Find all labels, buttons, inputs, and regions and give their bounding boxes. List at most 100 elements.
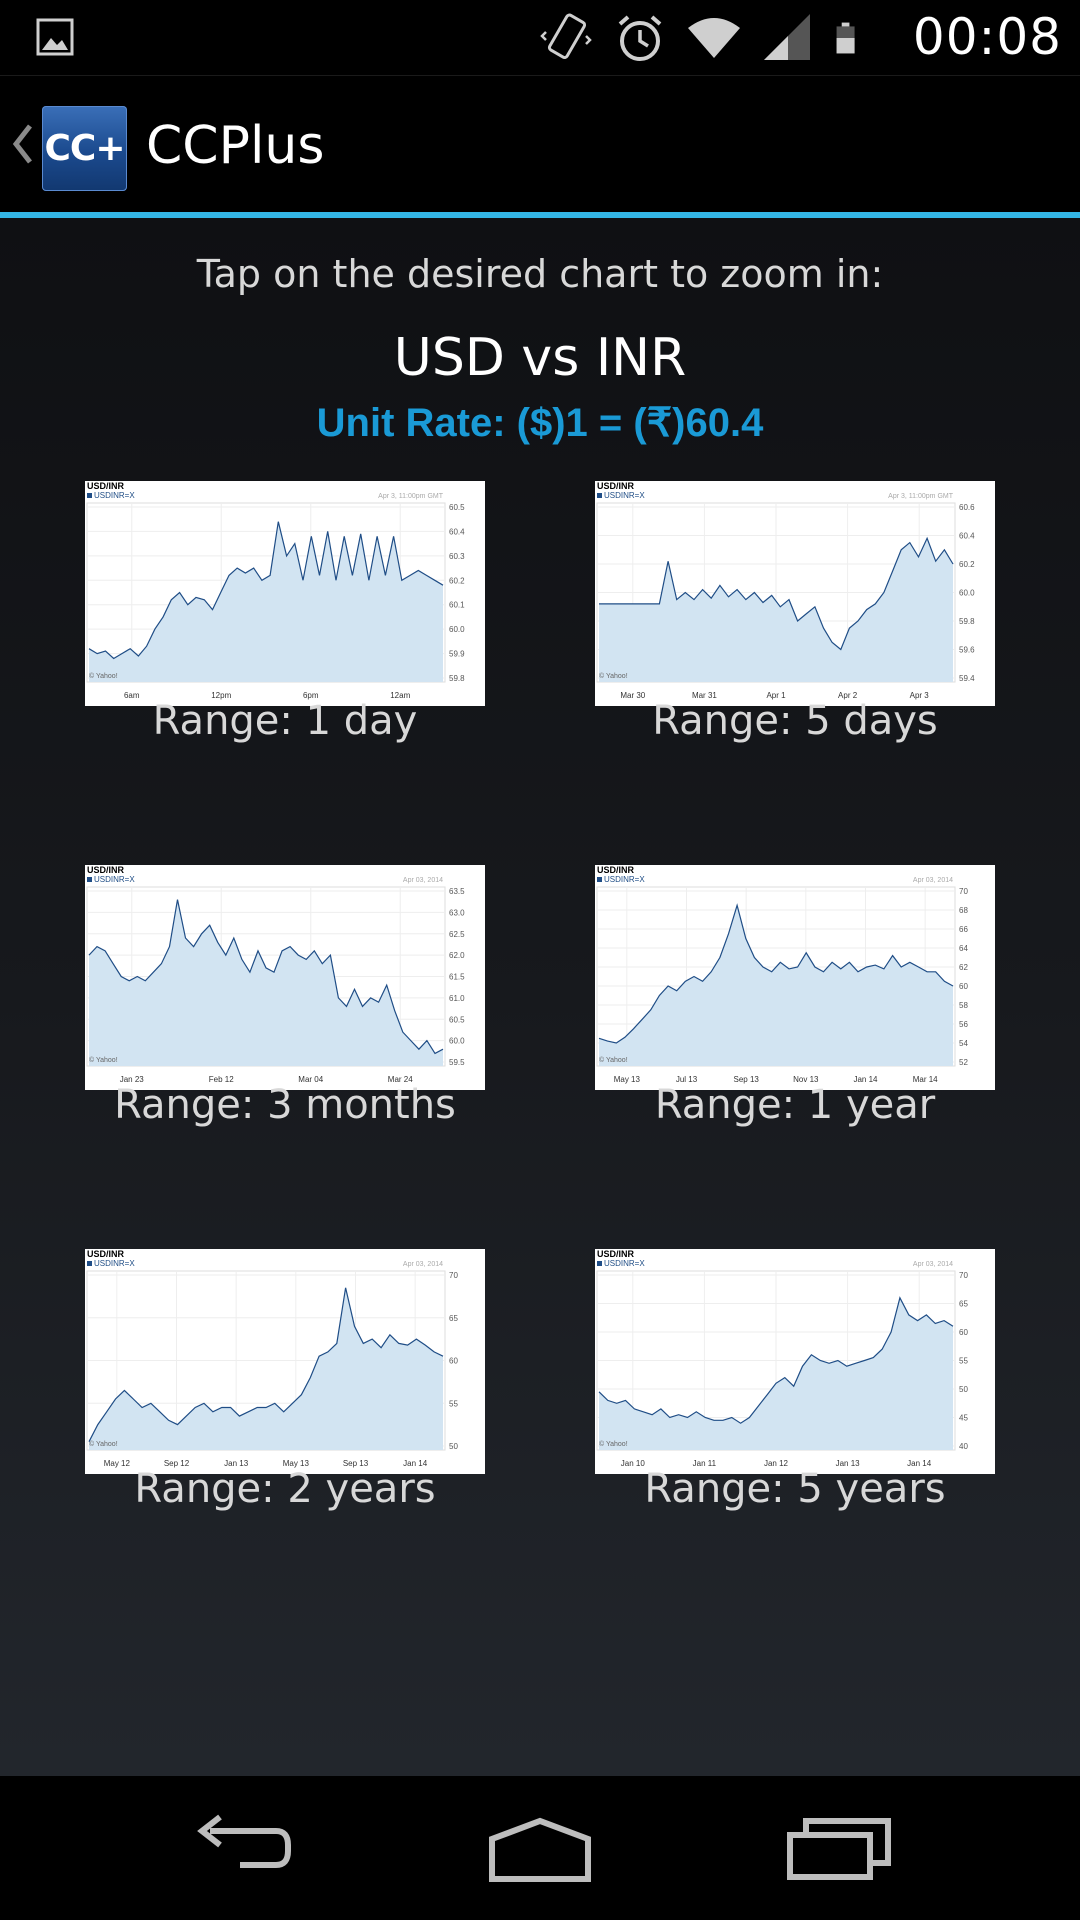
y-tick-label: 55 [449,1399,458,1408]
chart-title: USD/INR [597,481,635,491]
y-tick-label: 56 [959,1020,968,1029]
range-label: Range: 3 months [114,1082,456,1128]
y-tick-label: 59.9 [449,650,465,659]
y-tick-label: 70 [959,887,968,896]
date-stamp: Apr 03, 2014 [403,877,443,884]
range-label: Range: 2 years [134,1466,436,1512]
legend-label: USDINR=X [94,875,135,884]
y-tick-label: 65 [959,1300,968,1309]
y-tick-label: 61.0 [449,994,465,1003]
battery-icon [836,22,855,54]
y-tick-label: 60.0 [449,625,465,634]
status-icons [538,10,870,66]
unit-rate: Unit Rate: ($)1 = (₹)60.4 [316,401,764,445]
y-tick-label: 60.4 [449,527,465,536]
recents-icon [787,1818,891,1880]
chart-svg: 7065605550May 12 Sep 12 Jan 13 May 13 Sep 13… [86,1249,458,1468]
y-tick-label: 65 [449,1314,458,1323]
up-caret-icon[interactable] [10,122,34,166]
y-tick-label: 60.5 [449,1015,465,1024]
legend-swatch [87,1261,92,1266]
content-area: Tap on the desired chart to zoom in: USD… [0,218,1080,1776]
y-tick-label: 64 [959,944,968,953]
y-tick-label: 59.8 [959,617,975,626]
y-tick-label: 62.5 [449,930,465,939]
chart-title: USD/INR [87,1249,125,1259]
date-stamp: Apr 3, 11:00pm GMT [888,493,954,500]
range-label: Range: 1 day [152,698,418,744]
yahoo-credit: © Yahoo! [599,1440,628,1448]
navigation-bar [0,1776,1080,1920]
y-tick-label: 62.0 [449,951,465,960]
signal-icon [764,14,810,60]
recents-button[interactable] [770,1806,910,1890]
y-tick-label: 60 [959,982,968,991]
legend-swatch [597,1261,602,1266]
y-tick-label: 58 [959,1001,968,1010]
legend-label: USDINR=X [94,1259,135,1268]
chart-title: USD/INR [87,865,125,875]
y-tick-label: 60 [959,1328,968,1337]
app-logo[interactable]: CC+ [42,106,127,191]
legend-label: USDINR=X [604,491,645,500]
y-tick-label: 68 [959,906,968,915]
gallery-notification-icon [36,18,74,56]
back-button[interactable] [170,1806,310,1890]
home-button[interactable] [470,1806,610,1890]
chart-svg: 60.560.460.360.260.160.059.959.86am 12pm 6… [86,481,465,700]
chart-thumbnail[interactable]: 70 68 66 64 62 60 58 56 54 52 May 13 Jul 13 Sep 13 No… [595,865,995,1090]
legend-label: USDINR=X [94,491,135,500]
y-tick-label: 60.4 [959,532,975,541]
legend-swatch [597,493,602,498]
vibrate-icon [540,13,592,59]
home-icon [489,1817,591,1882]
status-bar: 00:08 [0,0,1080,75]
chart-svg: 60.660.460.260.059.859.659.4Mar 30 Mar 31… [596,481,975,700]
legend-swatch [87,877,92,882]
yahoo-credit: © Yahoo! [599,672,628,680]
wifi-icon [688,18,740,58]
legend-label: USDINR=X [604,1259,645,1268]
y-tick-label: 59.6 [959,646,975,655]
chart-thumbnail[interactable]: 70 65 60 55 50 May 12 Sep 12 Jan 13 May 13 Sep 13… [85,1249,485,1474]
clock: 00:08 [912,8,1062,66]
y-tick-label: 60.3 [449,552,465,561]
y-tick-label: 59.5 [449,1058,465,1067]
chart-thumbnail[interactable]: 60.5 60.4 60.3 60.2 60.1 60.0 59.9 59.8 6am 12pm 6… [85,481,485,706]
y-tick-label: 60.0 [449,1037,465,1046]
legend-swatch [597,877,602,882]
y-tick-label: 60.1 [449,601,465,610]
chart-svg: 70686664626058565452May 13 Jul 13 Sep 13 No… [596,865,968,1084]
yahoo-credit: © Yahoo! [89,672,118,680]
chart-thumbnail[interactable]: 63.5 63.0 62.5 62.0 61.5 61.0 60.5 60.0 59.5 Jan … [85,865,485,1090]
legend-label: USDINR=X [604,875,645,884]
y-tick-label: 59.4 [959,674,975,683]
date-stamp: Apr 03, 2014 [913,1261,953,1268]
y-tick-label: 59.8 [449,674,465,683]
y-tick-label: 60.5 [449,503,465,512]
instruction-text: Tap on the desired chart to zoom in: [196,252,884,296]
y-tick-label: 70 [449,1271,458,1280]
y-tick-label: 50 [959,1385,968,1394]
date-stamp: Apr 03, 2014 [913,877,953,884]
chart-thumbnail[interactable]: 60.6 60.4 60.2 60.0 59.8 59.6 59.4 Mar 30 Mar 31… [595,481,995,706]
y-tick-label: 63.5 [449,887,465,896]
range-label: Range: 5 days [652,698,938,744]
range-label: Range: 1 year [654,1082,936,1128]
date-stamp: Apr 3, 11:00pm GMT [378,493,444,500]
range-label: Range: 5 years [644,1466,946,1512]
chart-thumbnail[interactable]: 70 65 60 55 50 45 40 Jan 10 Jan 11 Jan 12 Jan 13 Ja… [595,1249,995,1474]
chart-title: USD/INR [87,481,125,491]
date-stamp: Apr 03, 2014 [403,1261,443,1268]
y-tick-label: 52 [959,1058,968,1067]
y-tick-label: 55 [959,1357,968,1366]
chart-svg: 70656055504540Jan 10 Jan 11 Jan 12 Jan 13 Ja… [596,1249,968,1468]
y-tick-label: 70 [959,1271,968,1280]
currency-pair-title: USD vs INR [393,328,687,388]
alarm-icon [618,15,662,61]
y-tick-label: 66 [959,925,968,934]
y-tick-label: 60 [449,1357,458,1366]
chart-title: USD/INR [597,1249,635,1259]
app-title: CCPlus [146,116,325,176]
y-tick-label: 61.5 [449,973,465,982]
